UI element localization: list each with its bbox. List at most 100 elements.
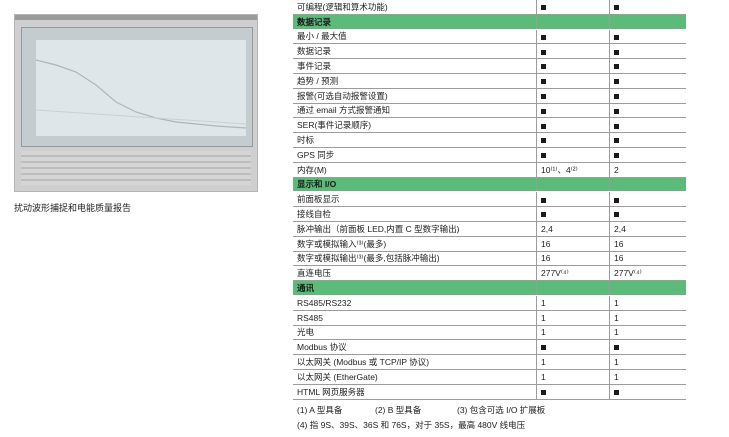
checkmark-square-icon xyxy=(541,108,546,114)
checkmark-square-icon xyxy=(614,5,619,11)
section-header: 数据记录 xyxy=(293,14,686,30)
value-cell-model-b xyxy=(609,43,686,60)
value-cell-model-b: 1 xyxy=(609,295,686,311)
checkmark-square-icon xyxy=(614,49,619,55)
table-row: 时标 xyxy=(293,132,686,148)
feature-label: 报警(可选自动报警设置) xyxy=(293,88,537,104)
value-cell-model-a xyxy=(536,384,610,400)
value-cell-model-a: 10⁽¹⁾、4⁽²⁾ xyxy=(536,162,610,178)
section-title: 通讯 xyxy=(293,280,537,296)
table-row: 趋势 / 预测 xyxy=(293,73,686,89)
checkmark-square-icon xyxy=(541,389,546,395)
checkmark-square-icon xyxy=(541,93,546,99)
feature-label: 趋势 / 预测 xyxy=(293,73,537,89)
feature-label: 最小 / 最大值 xyxy=(293,29,537,45)
value-cell-model-b: 16 xyxy=(609,251,686,267)
value-cell-model-a xyxy=(536,132,610,148)
checkmark-square-icon xyxy=(541,49,546,55)
section-cell xyxy=(536,177,610,193)
value-cell-model-b: 1 xyxy=(609,310,686,326)
thumbnail-title-bar xyxy=(15,15,257,20)
table-row: 内存(M) 10⁽¹⁾、4⁽²⁾ 2 xyxy=(293,162,686,178)
checkmark-square-icon xyxy=(614,79,619,85)
footnote-1: (1) A 型具备 xyxy=(297,405,343,415)
value-cell-model-b: 2 xyxy=(609,162,686,178)
value-cell-model-b xyxy=(609,88,686,104)
feature-label: Modbus 协议 xyxy=(293,339,537,356)
value-cell-model-b xyxy=(609,103,686,119)
checkmark-square-icon xyxy=(541,5,546,11)
checkmark-square-icon xyxy=(614,93,619,99)
value-cell-model-a xyxy=(536,88,610,104)
checkmark-square-icon xyxy=(614,108,619,114)
value-cell-model-b: 2,4 xyxy=(609,221,686,237)
table-row: 前面板显示 xyxy=(293,191,686,208)
value-cell-model-a: 1 xyxy=(536,369,610,385)
feature-label: 内存(M) xyxy=(293,162,537,178)
value-cell-model-b xyxy=(609,132,686,148)
value-cell-model-a xyxy=(536,147,610,163)
feature-label: RS485/RS232 xyxy=(293,295,537,311)
value-cell-model-b: 16 xyxy=(609,236,686,252)
checkmark-square-icon xyxy=(541,79,546,85)
feature-label: 数字或模拟输出⁽³⁾(最多,包括脉冲输出) xyxy=(293,251,537,267)
feature-label: SER(事件记录顺序) xyxy=(293,117,537,134)
feature-label: 事件记录 xyxy=(293,58,537,74)
section-cell xyxy=(609,280,686,296)
table-row: GPS 同步 xyxy=(293,147,686,163)
section-header: 通讯 xyxy=(293,280,686,296)
value-cell-model-a xyxy=(536,58,610,74)
value-cell-model-a xyxy=(536,0,610,15)
checkmark-square-icon xyxy=(614,212,619,218)
value-cell-model-b xyxy=(609,29,686,45)
checkmark-square-icon xyxy=(541,153,546,159)
checkmark-square-icon xyxy=(541,123,546,129)
value-cell-model-a: 1 xyxy=(536,325,610,341)
image-caption: 扰动波形捕捉和电能质量报告 xyxy=(14,203,132,213)
feature-label: 通过 email 方式报警通知 xyxy=(293,103,537,119)
value-cell-model-b xyxy=(609,384,686,400)
value-cell-model-a: 2,4 xyxy=(536,221,610,237)
value-cell-model-a xyxy=(536,29,610,45)
checkmark-square-icon xyxy=(541,64,546,70)
footnotes-line-1: (1) A 型具备 (2) B 型具备 (3) 包含可选 I/O 扩展板 xyxy=(297,404,545,416)
value-cell-model-b: 1 xyxy=(609,325,686,341)
feature-label: 可编程(逻辑和算术功能) xyxy=(293,0,537,15)
feature-label: 直连电压 xyxy=(293,265,537,282)
section-cell xyxy=(609,14,686,30)
section-title: 显示和 I/O xyxy=(293,177,537,193)
checkmark-square-icon xyxy=(541,345,546,351)
table-row: RS485/RS232 1 1 xyxy=(293,295,686,311)
value-cell-model-b xyxy=(609,0,686,15)
table-row: 直连电压 277V⁽⁴⁾ 277V⁽⁴⁾ xyxy=(293,265,686,282)
table-row: 脉冲输出（前面板 LED,内置 C 型数字输出) 2,4 2,4 xyxy=(293,221,686,237)
footnotes-line-2: (4) 指 9S、39S、36S 和 76S，对于 35S，最高 480V 线电… xyxy=(297,419,525,431)
value-cell-model-a xyxy=(536,191,610,208)
table-row: SER(事件记录顺序) xyxy=(293,117,686,134)
table-row: 数据记录 xyxy=(293,43,686,60)
feature-label: 前面板显示 xyxy=(293,191,537,208)
table-row: 可编程(逻辑和算术功能) xyxy=(293,0,686,15)
table-row: HTML 网页服务器 xyxy=(293,384,686,400)
value-cell-model-a xyxy=(536,339,610,356)
feature-label: 时标 xyxy=(293,132,537,148)
checkmark-square-icon xyxy=(614,123,619,129)
section-cell xyxy=(536,280,610,296)
table-row: 光电 1 1 xyxy=(293,325,686,341)
feature-label: RS485 xyxy=(293,310,537,326)
thumbnail-chart-window xyxy=(21,27,253,147)
value-cell-model-a: 1 xyxy=(536,354,610,370)
feature-label: 以太网关 (EtherGate) xyxy=(293,369,537,385)
checkmark-square-icon xyxy=(541,34,546,40)
table-row: 数字或模拟输出⁽³⁾(最多,包括脉冲输出) 16 16 xyxy=(293,251,686,267)
table-row: 事件记录 xyxy=(293,58,686,74)
checkmark-square-icon xyxy=(614,138,619,144)
checkmark-square-icon xyxy=(614,345,619,351)
feature-label: 数字或模拟输入⁽³⁾(最多) xyxy=(293,236,537,252)
feature-label: HTML 网页服务器 xyxy=(293,384,537,400)
checkmark-square-icon xyxy=(614,34,619,40)
value-cell-model-b xyxy=(609,191,686,208)
value-cell-model-a: 277V⁽⁴⁾ xyxy=(536,265,610,282)
value-cell-model-b xyxy=(609,206,686,222)
value-cell-model-b xyxy=(609,73,686,89)
